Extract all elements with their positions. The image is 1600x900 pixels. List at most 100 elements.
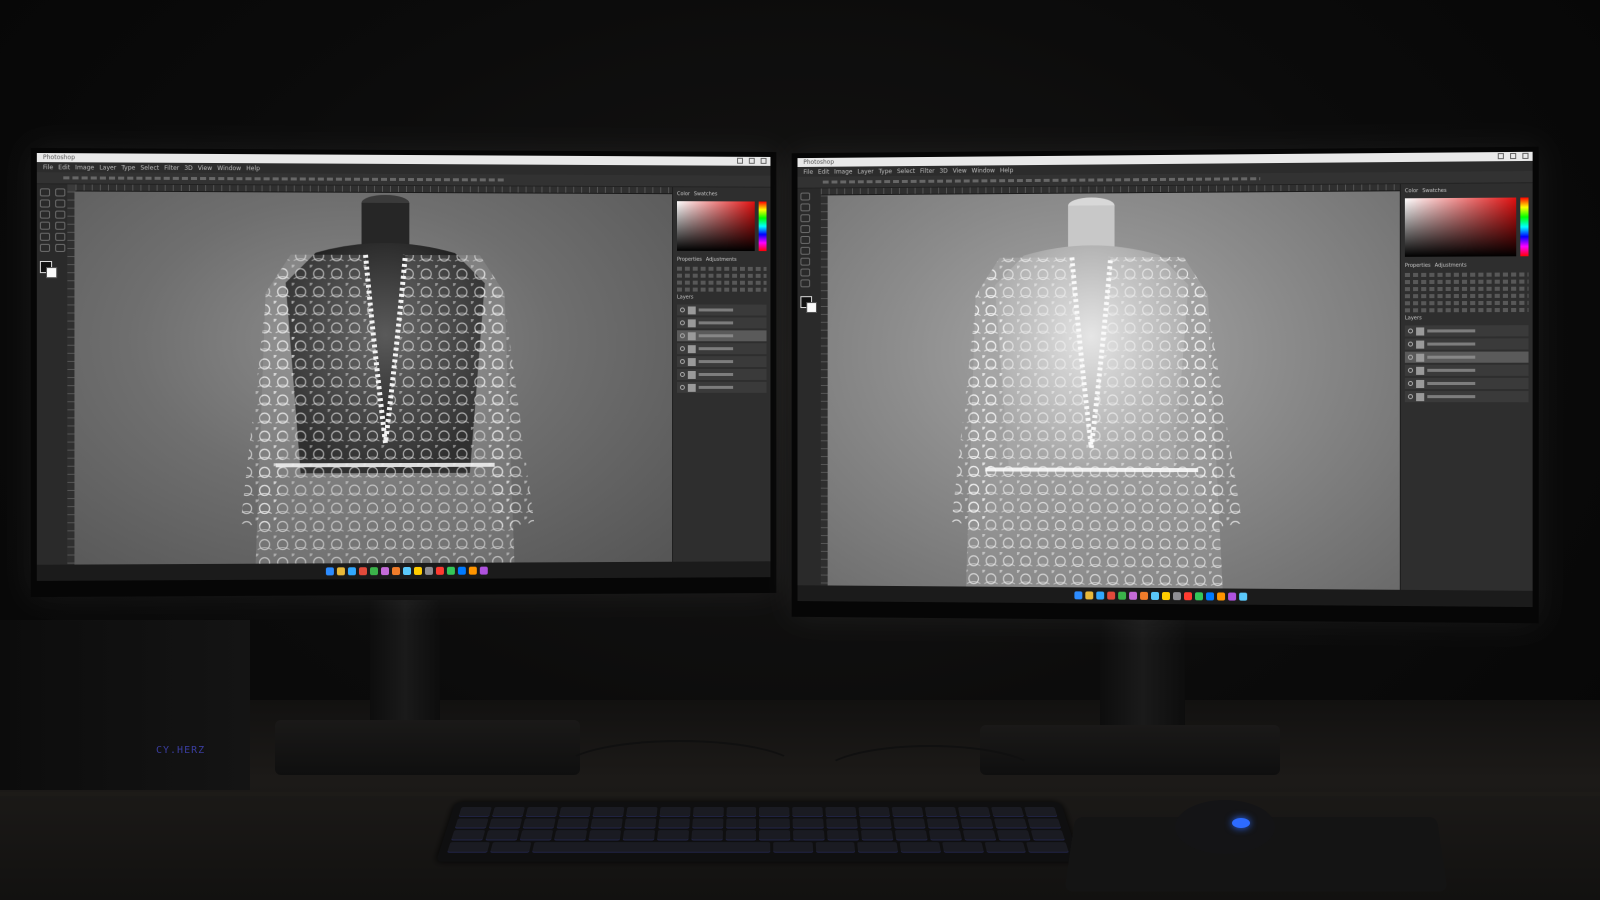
menu-3d[interactable]: 3D bbox=[939, 167, 947, 174]
menu-file[interactable]: File bbox=[803, 168, 813, 175]
left-color-picker[interactable] bbox=[677, 201, 767, 252]
app-icon[interactable] bbox=[358, 567, 367, 576]
menu-select[interactable]: Select bbox=[140, 164, 159, 171]
app-icon[interactable] bbox=[479, 566, 488, 575]
eye-icon[interactable] bbox=[1407, 367, 1414, 373]
menu-type[interactable]: Type bbox=[121, 164, 135, 171]
menu-view[interactable]: View bbox=[953, 167, 967, 174]
app-icon[interactable] bbox=[1139, 591, 1148, 600]
menu-3d[interactable]: 3D bbox=[184, 164, 193, 171]
eyedropper-icon[interactable] bbox=[800, 235, 811, 244]
app-icon[interactable] bbox=[468, 566, 477, 575]
brush-icon[interactable] bbox=[800, 246, 811, 255]
menu-image[interactable]: Image bbox=[834, 168, 852, 175]
tab-swatches[interactable]: Swatches bbox=[694, 191, 718, 197]
app-icon[interactable] bbox=[347, 567, 356, 576]
layer-row[interactable] bbox=[677, 304, 767, 316]
app-icon[interactable] bbox=[1205, 592, 1214, 601]
app-icon[interactable] bbox=[1117, 591, 1126, 600]
lasso-icon[interactable] bbox=[800, 214, 811, 223]
app-icon[interactable] bbox=[392, 567, 401, 576]
menu-type[interactable]: Type bbox=[879, 168, 892, 175]
menu-filter[interactable]: Filter bbox=[164, 164, 179, 171]
menu-filter[interactable]: Filter bbox=[920, 167, 935, 174]
app-icon[interactable] bbox=[336, 567, 345, 576]
eye-icon[interactable] bbox=[679, 372, 685, 377]
app-icon[interactable] bbox=[457, 566, 466, 575]
eye-icon[interactable] bbox=[679, 320, 685, 326]
dodge-icon[interactable] bbox=[55, 243, 66, 252]
tab-layers[interactable]: Layers bbox=[1405, 315, 1422, 321]
app-icon[interactable] bbox=[435, 566, 444, 575]
start-icon[interactable] bbox=[1073, 591, 1082, 600]
eye-icon[interactable] bbox=[679, 346, 685, 352]
eye-icon[interactable] bbox=[1407, 341, 1414, 347]
maximize-icon[interactable] bbox=[748, 157, 755, 164]
start-icon[interactable] bbox=[325, 567, 334, 576]
minimize-icon[interactable] bbox=[737, 157, 743, 164]
eye-icon[interactable] bbox=[1407, 380, 1414, 387]
app-icon[interactable] bbox=[1106, 591, 1115, 600]
layer-row[interactable] bbox=[677, 356, 767, 368]
menu-help[interactable]: Help bbox=[1000, 167, 1014, 174]
healing-icon[interactable] bbox=[39, 221, 51, 230]
layer-row[interactable] bbox=[1404, 364, 1529, 376]
layer-row[interactable] bbox=[677, 369, 767, 380]
layer-row[interactable] bbox=[677, 343, 767, 355]
maximize-icon[interactable] bbox=[1510, 152, 1517, 160]
menu-edit[interactable]: Edit bbox=[818, 168, 829, 175]
eye-icon[interactable] bbox=[1407, 328, 1414, 334]
app-icon[interactable] bbox=[1172, 592, 1181, 601]
gradient-icon[interactable] bbox=[800, 268, 811, 277]
right-canvas[interactable] bbox=[827, 191, 1400, 590]
tab-color[interactable]: Color bbox=[1405, 188, 1418, 194]
tab-color[interactable]: Color bbox=[677, 191, 690, 197]
menu-image[interactable]: Image bbox=[75, 164, 94, 171]
menu-window[interactable]: Window bbox=[217, 165, 241, 172]
move-tool-icon[interactable] bbox=[39, 188, 51, 197]
menu-layer[interactable]: Layer bbox=[99, 164, 116, 171]
app-icon[interactable] bbox=[1084, 591, 1093, 600]
app-icon[interactable] bbox=[1128, 591, 1137, 600]
layer-row[interactable] bbox=[1404, 391, 1529, 403]
menu-view[interactable]: View bbox=[198, 164, 212, 171]
eraser-icon[interactable] bbox=[800, 257, 811, 266]
app-icon[interactable] bbox=[403, 566, 411, 576]
eye-icon[interactable] bbox=[679, 307, 685, 313]
minimize-icon[interactable] bbox=[1497, 153, 1504, 160]
app-icon[interactable] bbox=[424, 566, 433, 575]
layer-row[interactable] bbox=[1404, 377, 1529, 390]
right-color-picker[interactable] bbox=[1404, 197, 1529, 257]
menu-layer[interactable]: Layer bbox=[857, 168, 873, 175]
move-tool-icon[interactable] bbox=[800, 192, 811, 201]
app-icon[interactable] bbox=[380, 567, 390, 576]
tab-properties[interactable]: Properties bbox=[677, 257, 702, 263]
tab-adjustments[interactable]: Adjustments bbox=[706, 257, 737, 263]
crop-icon[interactable] bbox=[800, 225, 811, 234]
layer-row[interactable] bbox=[1404, 351, 1529, 363]
pen-icon[interactable] bbox=[800, 279, 811, 288]
menu-select[interactable]: Select bbox=[897, 168, 915, 175]
app-icon[interactable] bbox=[413, 566, 422, 575]
tab-layers[interactable]: Layers bbox=[677, 295, 693, 301]
clone-stamp-icon[interactable] bbox=[39, 232, 51, 241]
close-icon[interactable] bbox=[760, 157, 767, 164]
eye-icon[interactable] bbox=[679, 384, 685, 390]
layer-row[interactable] bbox=[1404, 325, 1529, 337]
crop-icon[interactable] bbox=[39, 210, 51, 219]
gradient-icon[interactable] bbox=[39, 243, 51, 252]
marquee-tool-icon[interactable] bbox=[800, 203, 811, 212]
eraser-icon[interactable] bbox=[55, 232, 66, 241]
magic-wand-icon[interactable] bbox=[55, 199, 66, 208]
app-icon[interactable] bbox=[1194, 592, 1203, 601]
foreground-background-swatch[interactable] bbox=[800, 296, 813, 309]
app-icon[interactable] bbox=[1216, 592, 1225, 601]
eye-icon[interactable] bbox=[1407, 394, 1414, 400]
layer-row[interactable] bbox=[677, 381, 767, 393]
layer-row[interactable] bbox=[677, 330, 767, 342]
app-icon[interactable] bbox=[1150, 591, 1159, 600]
app-icon[interactable] bbox=[1183, 592, 1192, 601]
app-icon[interactable] bbox=[1238, 592, 1247, 601]
left-canvas[interactable] bbox=[74, 191, 673, 565]
layer-row[interactable] bbox=[1404, 338, 1529, 350]
